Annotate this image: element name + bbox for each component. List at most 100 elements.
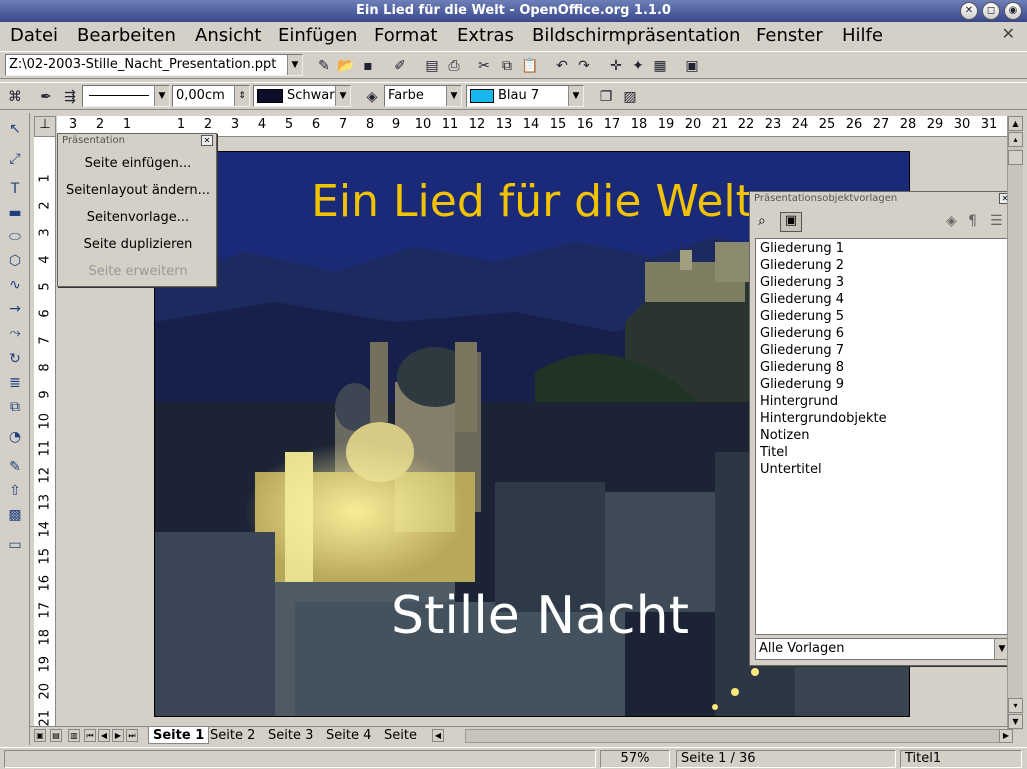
3d-controller-icon[interactable]: ▩	[5, 505, 25, 525]
scroll-right-icon[interactable]: ▶	[999, 729, 1013, 743]
update-style-icon[interactable]: ☰	[990, 213, 1003, 229]
line-style-combo[interactable]: ▼	[82, 85, 170, 107]
close-window-icon[interactable]: ◉	[1004, 2, 1022, 20]
edit-points-icon[interactable]: ⌘	[5, 87, 25, 107]
list-item[interactable]: Gliederung 9	[760, 377, 844, 392]
menu-hilfe[interactable]: Hilfe	[842, 25, 883, 46]
minimize-icon[interactable]: ✕	[960, 2, 978, 20]
menu-einfuegen[interactable]: Einfügen	[278, 25, 357, 46]
list-item[interactable]: Gliederung 6	[760, 326, 844, 341]
copy-icon[interactable]: ⧉	[497, 56, 517, 76]
first-slide-icon[interactable]: ⏮	[84, 729, 96, 742]
scroll-up-icon[interactable]: ▲	[1008, 116, 1023, 131]
last-slide-icon[interactable]: ⏭	[126, 729, 138, 742]
export-pdf-icon[interactable]: ▤	[422, 56, 442, 76]
duplicate-slide-item[interactable]: Seite duplizieren	[58, 237, 218, 252]
curve-icon[interactable]: ∿	[5, 275, 25, 295]
stylist-icon[interactable]: ✦	[628, 56, 648, 76]
new-style-icon[interactable]: ¶	[968, 213, 977, 229]
ruler-corner[interactable]: ⊥	[34, 116, 56, 137]
line-ends-icon[interactable]: ✒	[36, 87, 56, 107]
scroll-down-icon[interactable]: ▼	[1008, 714, 1023, 729]
fill-format-icon[interactable]: ◈	[946, 213, 957, 229]
menu-fenster[interactable]: Fenster	[756, 25, 823, 46]
cut-icon[interactable]: ✂	[474, 56, 494, 76]
slide-show-icon[interactable]: ▭	[5, 535, 25, 555]
ellipse-icon[interactable]: ⬭	[5, 227, 25, 247]
print-icon[interactable]: ⎙	[444, 56, 464, 76]
list-item[interactable]: Gliederung 1	[760, 241, 844, 256]
list-item[interactable]: Gliederung 5	[760, 309, 844, 324]
3d-object-icon[interactable]: ⬡	[5, 251, 25, 271]
file-path-combo[interactable]: Z:\02-2003-Stille_Nacht_Presentation.ppt…	[5, 54, 303, 76]
next-slide-icon[interactable]: ▶	[112, 729, 124, 742]
rectangle-icon[interactable]: ▬	[5, 203, 25, 223]
graphic-styles-icon[interactable]: ⌕	[758, 213, 766, 229]
list-item[interactable]: Hintergrundobjekte	[760, 411, 887, 426]
edit-mode-icon[interactable]: ✐	[390, 56, 410, 76]
spin-icon[interactable]: ⇕	[234, 86, 249, 106]
tab-seite-4[interactable]: Seite 4	[322, 727, 375, 744]
master-view-icon[interactable]: ▤	[50, 729, 62, 742]
list-item[interactable]: Titel	[760, 445, 788, 460]
menu-bearbeiten[interactable]: Bearbeiten	[77, 25, 176, 46]
alignment-icon[interactable]: ≣	[5, 373, 25, 393]
menu-datei[interactable]: Datei	[10, 25, 58, 46]
close-document-icon[interactable]: ✕	[1002, 24, 1015, 43]
scroll-up-page-icon[interactable]: ▴	[1008, 132, 1023, 147]
list-item[interactable]: Gliederung 4	[760, 292, 844, 307]
close-icon[interactable]: ✕	[201, 135, 213, 146]
edit-file-icon[interactable]: ✎	[314, 56, 334, 76]
insert-image-icon[interactable]: ▣	[682, 56, 702, 76]
list-item[interactable]: Notizen	[760, 428, 809, 443]
prev-slide-icon[interactable]: ◀	[98, 729, 110, 742]
navigator-icon[interactable]: ✛	[606, 56, 626, 76]
insert-icon[interactable]: ◔	[5, 427, 25, 447]
scroll-left-icon[interactable]: ◀	[432, 729, 444, 742]
line-width-field[interactable]: 0,00cm ⇕	[172, 85, 250, 107]
chevron-down-icon[interactable]: ▼	[335, 86, 350, 106]
chevron-down-icon[interactable]: ▼	[154, 86, 169, 106]
vertical-scrollbar[interactable]: ▲ ▴ ▾ ▼	[1007, 116, 1023, 730]
chevron-down-icon[interactable]: ▼	[446, 86, 461, 106]
open-folder-icon[interactable]: 📂	[336, 56, 356, 76]
drawing-view-icon[interactable]: ▣	[34, 729, 46, 742]
presentation-styles-icon[interactable]: ▣	[780, 212, 802, 232]
line-color-combo[interactable]: Schwarz ▼	[253, 85, 351, 107]
list-item[interactable]: Hintergrund	[760, 394, 838, 409]
slide-layout-icon[interactable]: ▨	[620, 87, 640, 107]
menu-format[interactable]: Format	[374, 25, 437, 46]
area-style-combo[interactable]: Farbe ▼	[384, 85, 462, 107]
tab-seite-1[interactable]: Seite 1	[148, 727, 210, 744]
style-list[interactable]: Gliederung 1 Gliederung 2 Gliederung 3 G…	[755, 238, 1010, 635]
menu-bildschirmpraesentation[interactable]: Bildschirmpräsentation	[532, 25, 740, 46]
slide-design-item[interactable]: Seitenvorlage...	[58, 210, 218, 225]
slide-subtitle[interactable]: Stille Nacht	[391, 586, 689, 646]
line-style-icon[interactable]: ⇶	[60, 87, 80, 107]
line-icon[interactable]: →	[5, 299, 25, 319]
restore-icon[interactable]: ◻	[982, 2, 1000, 20]
list-item[interactable]: Untertitel	[760, 462, 822, 477]
style-filter-select[interactable]: Alle Vorlagen ▼	[755, 638, 1010, 660]
zoom-icon[interactable]: ⤢	[5, 149, 25, 169]
menu-extras[interactable]: Extras	[457, 25, 514, 46]
redo-icon[interactable]: ↷	[574, 56, 594, 76]
interaction-icon[interactable]: ⇧	[5, 481, 25, 501]
menu-ansicht[interactable]: Ansicht	[195, 25, 261, 46]
list-item[interactable]: Gliederung 8	[760, 360, 844, 375]
layer-view-icon[interactable]: ▥	[68, 729, 80, 742]
area-icon[interactable]: ◈	[362, 87, 382, 107]
scroll-thumb[interactable]	[1008, 150, 1023, 165]
chevron-down-icon[interactable]: ▼	[568, 86, 583, 106]
list-item[interactable]: Gliederung 3	[760, 275, 844, 290]
connector-icon[interactable]: ⤳	[5, 323, 25, 343]
horizontal-scrollbar[interactable]: ▶	[465, 729, 1013, 743]
tab-seite-5[interactable]: Seite 5	[380, 727, 428, 744]
tab-seite-2[interactable]: Seite 2	[206, 727, 259, 744]
list-item[interactable]: Gliederung 7	[760, 343, 844, 358]
zoom-level[interactable]: 57%	[600, 750, 670, 768]
undo-icon[interactable]: ↶	[552, 56, 572, 76]
scroll-down-page-icon[interactable]: ▾	[1008, 698, 1023, 713]
save-icon[interactable]: ▪	[358, 56, 378, 76]
text-icon[interactable]: T	[5, 179, 25, 199]
